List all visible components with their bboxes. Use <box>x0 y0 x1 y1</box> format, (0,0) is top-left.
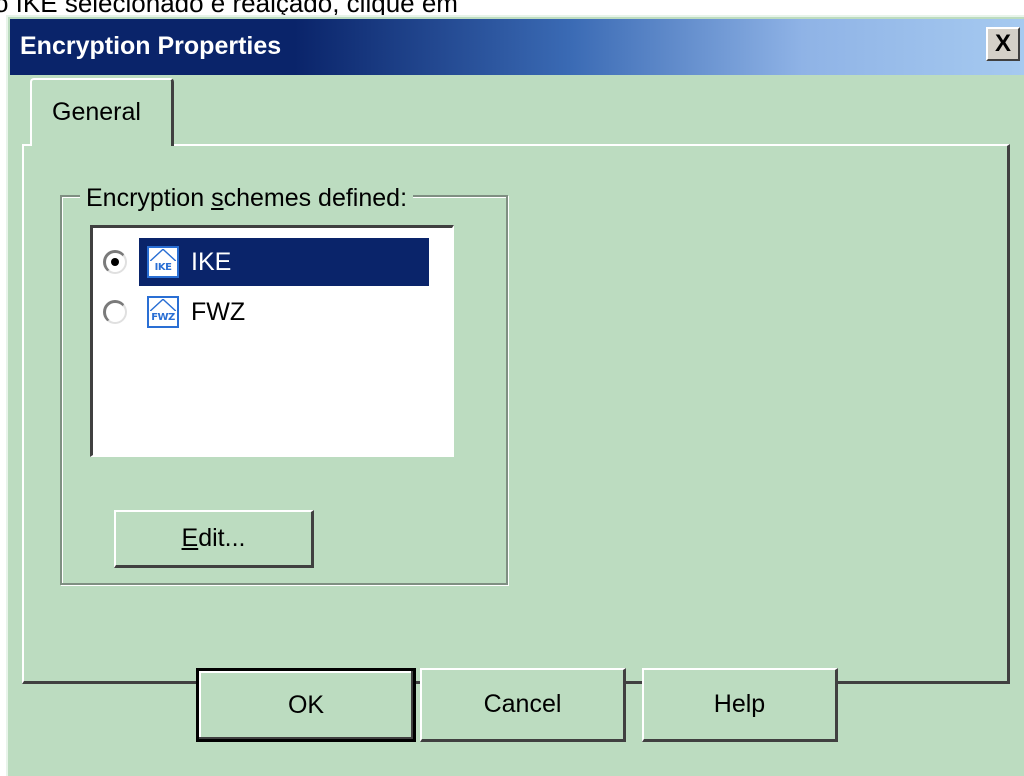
edit-button[interactable]: Edit... <box>114 510 314 568</box>
schemes-listbox[interactable]: IKE IKE FWZ FWZ <box>90 225 454 457</box>
edit-label: dit... <box>198 524 246 552</box>
page: o IKE selecionado e realçado, clique em … <box>0 0 1024 776</box>
ike-radio[interactable] <box>103 250 127 274</box>
group-label-mnemonic: s <box>211 184 224 212</box>
close-button[interactable]: X <box>986 27 1020 61</box>
title-bar[interactable]: Encryption Properties X <box>10 19 1024 75</box>
selection-highlight <box>139 238 429 286</box>
envelope-icon <box>150 299 176 311</box>
tab-general[interactable]: General <box>30 78 174 146</box>
icon-tag: IKE <box>154 262 172 273</box>
group-label: Encryption schemes defined: <box>80 184 414 212</box>
fwz-radio[interactable] <box>103 300 127 324</box>
tab-label: General <box>52 98 141 126</box>
radio-dot <box>111 258 119 266</box>
help-button[interactable]: Help <box>642 668 838 742</box>
fwz-scheme-icon: FWZ <box>147 296 179 328</box>
ike-scheme-icon: IKE <box>147 246 179 278</box>
close-icon: X <box>994 30 1011 57</box>
group-label-part: chemes defined: <box>223 184 408 212</box>
icon-tag: FWZ <box>151 312 175 323</box>
scheme-label-ike: IKE <box>191 248 232 276</box>
list-item-ike[interactable]: IKE IKE <box>93 238 449 286</box>
window-title: Encryption Properties <box>20 32 282 60</box>
ok-button[interactable]: OK <box>196 668 416 742</box>
list-item-fwz[interactable]: FWZ FWZ <box>93 288 449 336</box>
scheme-label-fwz: FWZ <box>191 298 246 326</box>
envelope-icon <box>150 249 176 261</box>
edit-mnemonic: E <box>181 524 199 552</box>
group-label-part: Encryption <box>86 184 212 212</box>
cancel-button[interactable]: Cancel <box>420 668 626 742</box>
